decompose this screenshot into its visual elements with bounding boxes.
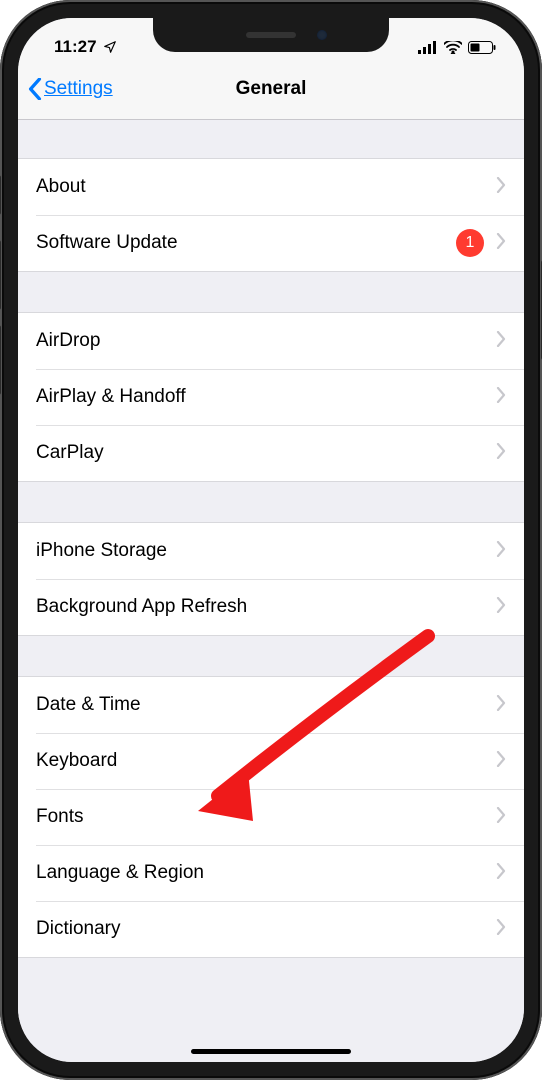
chevron-right-icon — [496, 233, 506, 254]
chevron-right-icon — [496, 919, 506, 940]
notification-badge: 1 — [456, 229, 484, 257]
row-language-region[interactable]: Language & Region — [18, 845, 524, 901]
settings-list[interactable]: About Software Update1 AirDrop AirPlay & Ha… — [18, 120, 524, 1062]
back-button-label: Settings — [44, 78, 113, 100]
chevron-right-icon — [496, 541, 506, 562]
row-airplay-handoff[interactable]: AirPlay & Handoff — [18, 369, 524, 425]
battery-icon — [468, 41, 496, 54]
chevron-right-icon — [496, 177, 506, 198]
row-label: Language & Region — [36, 862, 496, 884]
notch — [153, 18, 389, 52]
row-label: Keyboard — [36, 750, 496, 772]
row-fonts[interactable]: Fonts — [18, 789, 524, 845]
row-label: iPhone Storage — [36, 540, 496, 562]
row-label: AirPlay & Handoff — [36, 386, 496, 408]
row-background-app-refresh[interactable]: Background App Refresh — [18, 579, 524, 635]
row-software-update[interactable]: Software Update1 — [18, 215, 524, 271]
row-dictionary[interactable]: Dictionary — [18, 901, 524, 957]
chevron-right-icon — [496, 387, 506, 408]
chevron-right-icon — [496, 751, 506, 772]
chevron-right-icon — [496, 863, 506, 884]
settings-group: About Software Update1 — [18, 158, 524, 272]
screen: 11:27 Settings General About Software Upd… — [18, 18, 524, 1062]
row-about[interactable]: About — [18, 159, 524, 215]
chevron-right-icon — [496, 807, 506, 828]
row-carplay[interactable]: CarPlay — [18, 425, 524, 481]
row-label: Background App Refresh — [36, 596, 496, 618]
row-iphone-storage[interactable]: iPhone Storage — [18, 523, 524, 579]
status-time: 11:27 — [54, 37, 97, 57]
settings-group: iPhone Storage Background App Refresh — [18, 522, 524, 636]
settings-group: AirDrop AirPlay & Handoff CarPlay — [18, 312, 524, 482]
row-label: Software Update — [36, 232, 456, 254]
chevron-left-icon — [28, 78, 42, 100]
volume-up-button — [0, 240, 1, 310]
row-label: Fonts — [36, 806, 496, 828]
home-indicator[interactable] — [191, 1049, 351, 1054]
row-airdrop[interactable]: AirDrop — [18, 313, 524, 369]
back-button[interactable]: Settings — [28, 78, 113, 100]
cellular-icon — [418, 41, 438, 54]
wifi-icon — [444, 41, 462, 54]
chevron-right-icon — [496, 331, 506, 352]
row-date-time[interactable]: Date & Time — [18, 677, 524, 733]
row-label: About — [36, 176, 496, 198]
chevron-right-icon — [496, 443, 506, 464]
volume-down-button — [0, 325, 1, 395]
mute-switch — [0, 175, 1, 215]
row-keyboard[interactable]: Keyboard — [18, 733, 524, 789]
row-label: Dictionary — [36, 918, 496, 940]
phone-frame: 11:27 Settings General About Software Upd… — [0, 0, 542, 1080]
settings-group: Date & Time Keyboard Fonts Language & Regio… — [18, 676, 524, 958]
chevron-right-icon — [496, 597, 506, 618]
row-label: Date & Time — [36, 694, 496, 716]
navigation-bar: Settings General — [18, 66, 524, 120]
row-label: CarPlay — [36, 442, 496, 464]
chevron-right-icon — [496, 695, 506, 716]
row-label: AirDrop — [36, 330, 496, 352]
location-icon — [103, 40, 117, 54]
